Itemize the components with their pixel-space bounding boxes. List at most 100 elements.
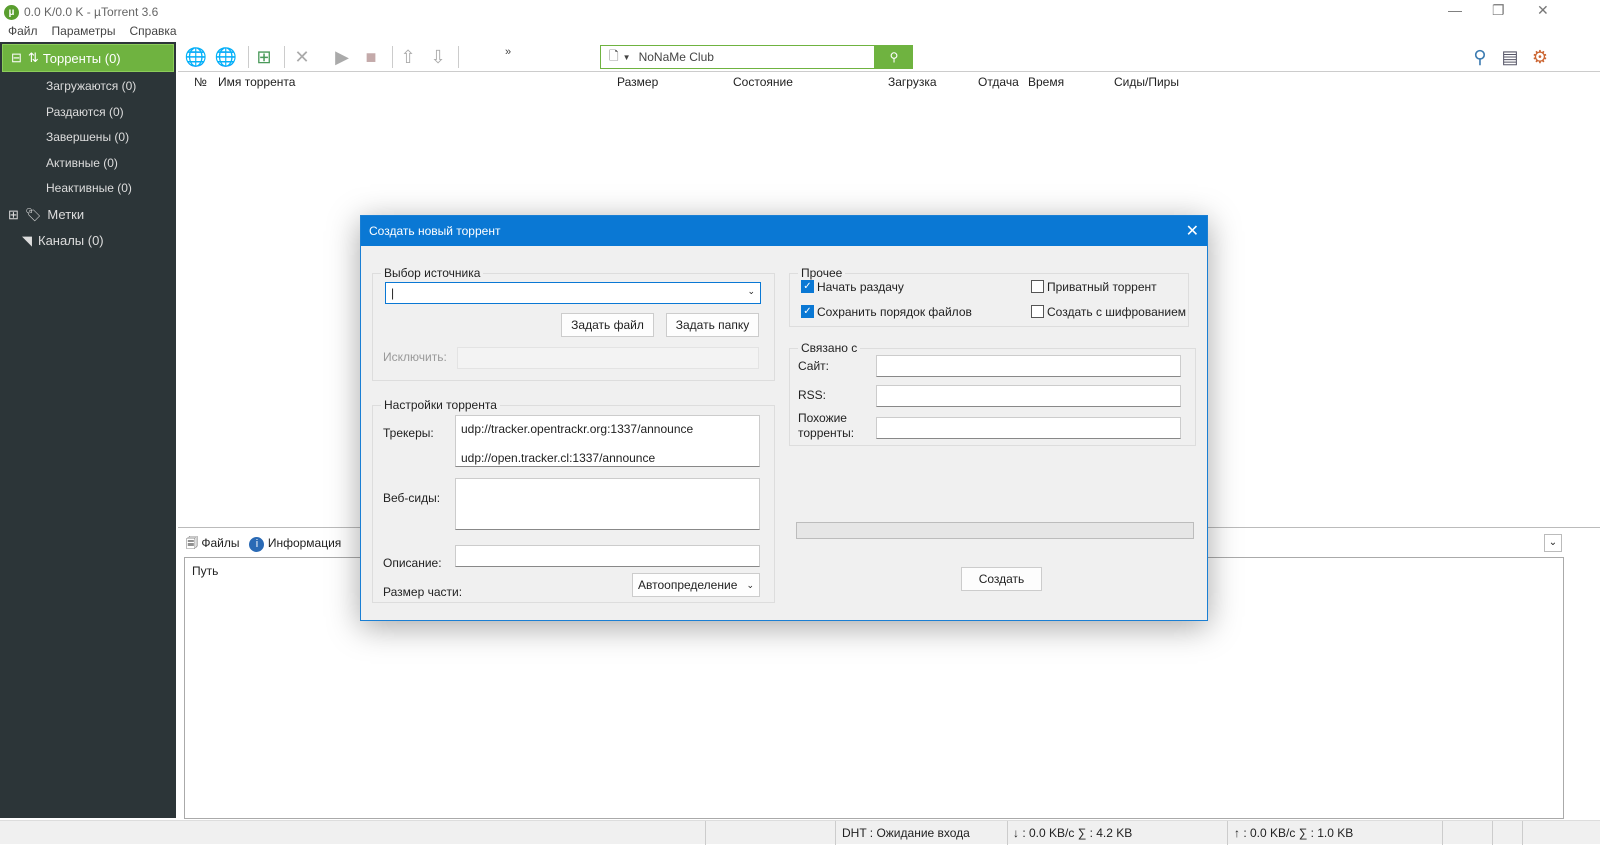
source-group: Выбор источника | ⌄ Задать файл Задать па… xyxy=(372,266,775,381)
dialog-close-icon[interactable]: ✕ xyxy=(1186,221,1199,241)
menu-help[interactable]: Справка xyxy=(129,24,176,38)
trackers-textarea[interactable]: udp://tracker.opentrackr.org:1337/announ… xyxy=(455,415,760,467)
start-seeding-checkbox[interactable]: ✓ xyxy=(801,280,814,293)
checkbox-label: Начать раздачу xyxy=(817,280,904,294)
expand-icon[interactable]: ⊞ xyxy=(8,207,19,223)
rss-label: RSS: xyxy=(798,388,827,402)
sidebar-item-active[interactable]: Активные (0) xyxy=(0,151,176,177)
checkbox-label: Приватный торрент xyxy=(1047,280,1157,294)
tab-files[interactable]: 🗐 Файлы xyxy=(186,534,239,555)
sidebar: ⊟ ⇅ Торренты (0) Загружаются (0) Раздаются… xyxy=(0,42,176,818)
start-icon[interactable]: ▶ xyxy=(330,45,354,69)
stop-icon[interactable]: ■ xyxy=(359,45,383,69)
sidebar-item-feeds[interactable]: ◥ Каналы (0) xyxy=(0,228,176,254)
sidebar-item-completed[interactable]: Завершены (0) xyxy=(0,125,176,151)
sidebar-label: Каналы (0) xyxy=(38,233,104,248)
files-icon: 🗐 xyxy=(186,535,198,550)
encrypt-checkbox[interactable] xyxy=(1031,305,1044,318)
sidebar-label: Торренты (0) xyxy=(42,50,121,66)
chevron-down-icon[interactable]: ⌄ xyxy=(747,286,755,297)
exclude-input[interactable] xyxy=(457,347,759,369)
create-torrent-icon[interactable]: ⊞ xyxy=(252,45,276,69)
settings-icon[interactable]: ⚙ xyxy=(1528,45,1552,69)
webseeds-label: Веб-сиды: xyxy=(383,491,441,505)
search-icon: ⚲ xyxy=(889,50,899,64)
related-group: Связано с Сайт: RSS: Похожие торренты: xyxy=(789,341,1196,446)
source-path-combobox[interactable]: | ⌄ xyxy=(385,282,761,304)
checkbox-label: Сохранить порядок файлов xyxy=(817,305,972,319)
private-checkbox[interactable] xyxy=(1031,280,1044,293)
minimize-button[interactable]: — xyxy=(1448,2,1462,18)
separator xyxy=(458,46,459,68)
exclude-label: Исключить: xyxy=(383,350,447,364)
remove-icon[interactable]: ✕ xyxy=(290,45,314,69)
col-download[interactable]: Загрузка xyxy=(888,75,937,95)
separator xyxy=(392,46,393,68)
utorrent-logo-icon: µ xyxy=(4,4,19,20)
info-icon: i xyxy=(249,537,265,552)
group-label: Выбор источника xyxy=(381,266,484,280)
collapse-panel-button[interactable]: ⌄ xyxy=(1544,534,1562,552)
col-name[interactable]: Имя торрента xyxy=(218,75,295,95)
similar-label: Похожие торренты: xyxy=(798,411,855,440)
rss-input[interactable] xyxy=(876,385,1181,407)
sidebar-label: Метки xyxy=(47,207,85,222)
sidebar-item-torrents[interactable]: ⊟ ⇅ Торренты (0) xyxy=(2,44,174,72)
move-up-icon[interactable]: ⇧ xyxy=(396,45,420,69)
close-button[interactable]: ✕ xyxy=(1537,2,1549,19)
sidebar-item-downloading[interactable]: Загружаются (0) xyxy=(0,74,176,100)
set-file-button[interactable]: Задать файл xyxy=(561,313,654,337)
col-time[interactable]: Время xyxy=(1028,75,1064,95)
chevron-down-icon[interactable]: ▼ xyxy=(623,53,631,62)
col-number[interactable]: № xyxy=(194,75,207,95)
checkbox-label: Создать с шифрованием xyxy=(1047,305,1186,319)
col-upload[interactable]: Отдача xyxy=(978,75,1019,95)
sidebar-item-inactive[interactable]: Неактивные (0) xyxy=(0,176,176,202)
col-seeds-peers[interactable]: Сиды/Пиры xyxy=(1114,75,1179,95)
window-title: 0.0 K/0.0 K - µTorrent 3.6 xyxy=(24,5,159,19)
webseeds-textarea[interactable] xyxy=(455,478,760,530)
col-status[interactable]: Состояние xyxy=(733,75,793,95)
more-button[interactable]: » xyxy=(496,40,520,64)
status-download: ↓ : 0.0 KB/c ∑ : 4.2 KB xyxy=(1013,826,1133,840)
group-label: Связано с xyxy=(798,341,861,355)
set-folder-button[interactable]: Задать папку xyxy=(666,313,759,337)
trackers-label: Трекеры: xyxy=(383,426,434,440)
dialog-title: Создать новый торрент xyxy=(369,224,501,238)
menu-options[interactable]: Параметры xyxy=(52,24,116,38)
create-button[interactable]: Создать xyxy=(961,567,1042,591)
tab-label: Информация xyxy=(267,536,342,550)
sidebar-item-seeding[interactable]: Раздаются (0) xyxy=(0,100,176,126)
piece-size-select[interactable]: Автоопределение ⌄ xyxy=(632,573,760,597)
menu-file[interactable]: Файл xyxy=(8,24,38,38)
status-bar: DHT : Ожидание входа ↓ : 0.0 KB/c ∑ : 4.… xyxy=(0,820,1600,845)
sidebar-item-labels[interactable]: ⊞ 🏷 Метки xyxy=(0,202,176,228)
description-label: Описание: xyxy=(383,556,442,570)
collapse-icon[interactable]: ⊟ xyxy=(11,50,22,66)
tab-info[interactable]: i Информация xyxy=(249,536,341,552)
search-input[interactable]: 🗋 ▼ NoNaMe Club xyxy=(600,45,875,69)
search-button[interactable]: ⚲ xyxy=(875,45,913,69)
col-path[interactable]: Путь xyxy=(192,564,218,578)
restore-button[interactable]: ❐ xyxy=(1492,2,1505,19)
add-rss-icon[interactable]: 🌐 xyxy=(214,45,238,69)
tag-icon: 🏷 xyxy=(24,206,42,222)
search-value: NoNaMe Club xyxy=(638,50,714,64)
search-icon[interactable]: ⚲ xyxy=(1468,45,1492,69)
col-size[interactable]: Размер xyxy=(617,75,658,95)
torrent-settings-group: Настройки торрента Трекеры: udp://tracke… xyxy=(372,398,775,603)
piece-size-value: Автоопределение xyxy=(638,578,738,592)
tracker-line: udp://tracker.opentrackr.org:1337/announ… xyxy=(461,422,694,436)
similar-input[interactable] xyxy=(876,417,1181,439)
site-input[interactable] xyxy=(876,355,1181,377)
remote-icon[interactable]: ▤ xyxy=(1498,45,1522,69)
torrents-arrows-icon: ⇅ xyxy=(27,50,39,65)
add-url-icon[interactable]: 🌐 xyxy=(184,45,208,69)
menu-bar: Файл Параметры Справка xyxy=(8,24,177,38)
tab-label: Файлы xyxy=(201,535,240,550)
move-down-icon[interactable]: ⇩ xyxy=(426,45,450,69)
progress-bar xyxy=(796,522,1194,539)
description-input[interactable] xyxy=(455,545,760,567)
preserve-order-checkbox[interactable]: ✓ xyxy=(801,305,814,318)
chevron-down-icon: ⌄ xyxy=(746,580,754,590)
